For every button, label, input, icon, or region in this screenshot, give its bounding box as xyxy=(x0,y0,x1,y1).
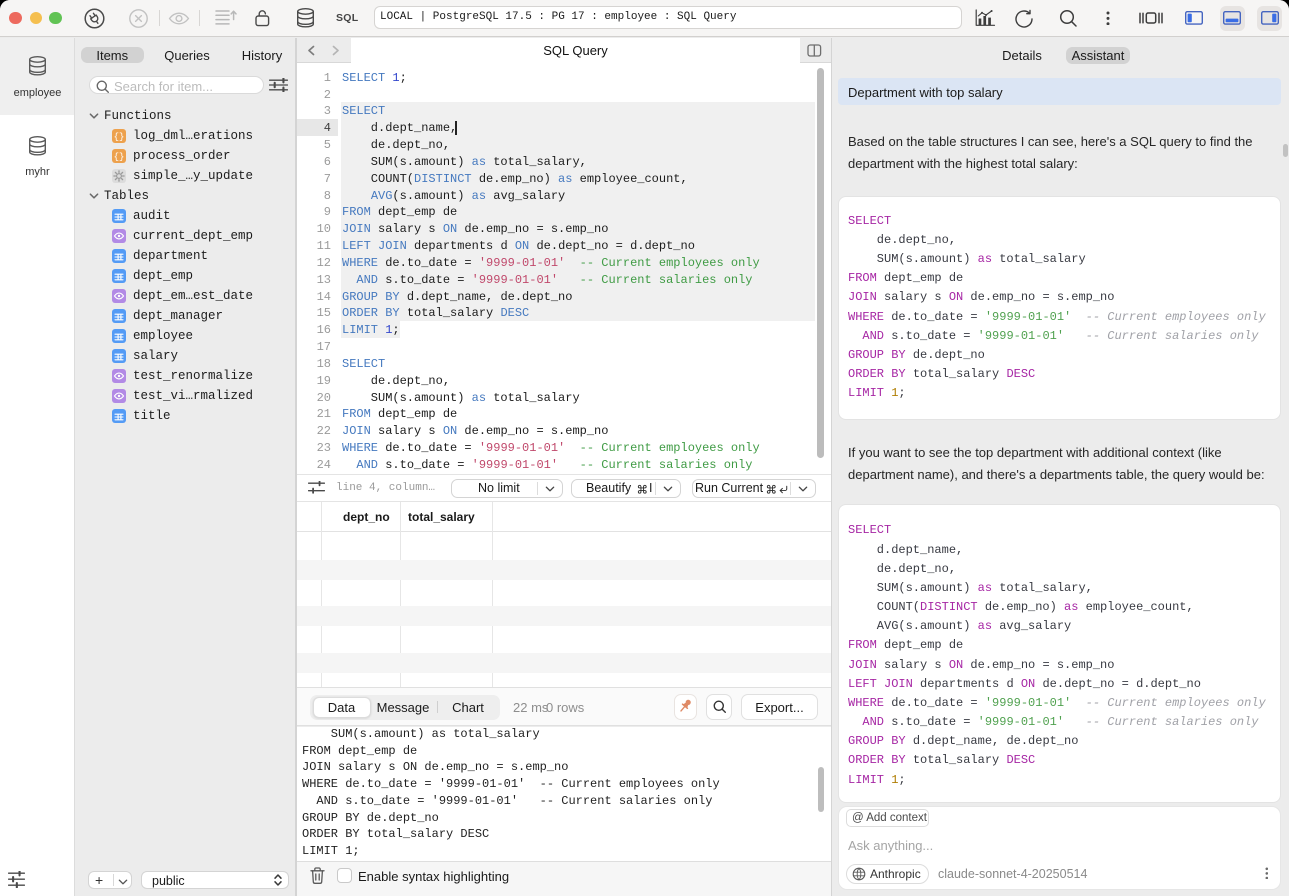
svg-text:{}: {} xyxy=(114,152,125,162)
svg-text:{}: {} xyxy=(114,132,125,142)
